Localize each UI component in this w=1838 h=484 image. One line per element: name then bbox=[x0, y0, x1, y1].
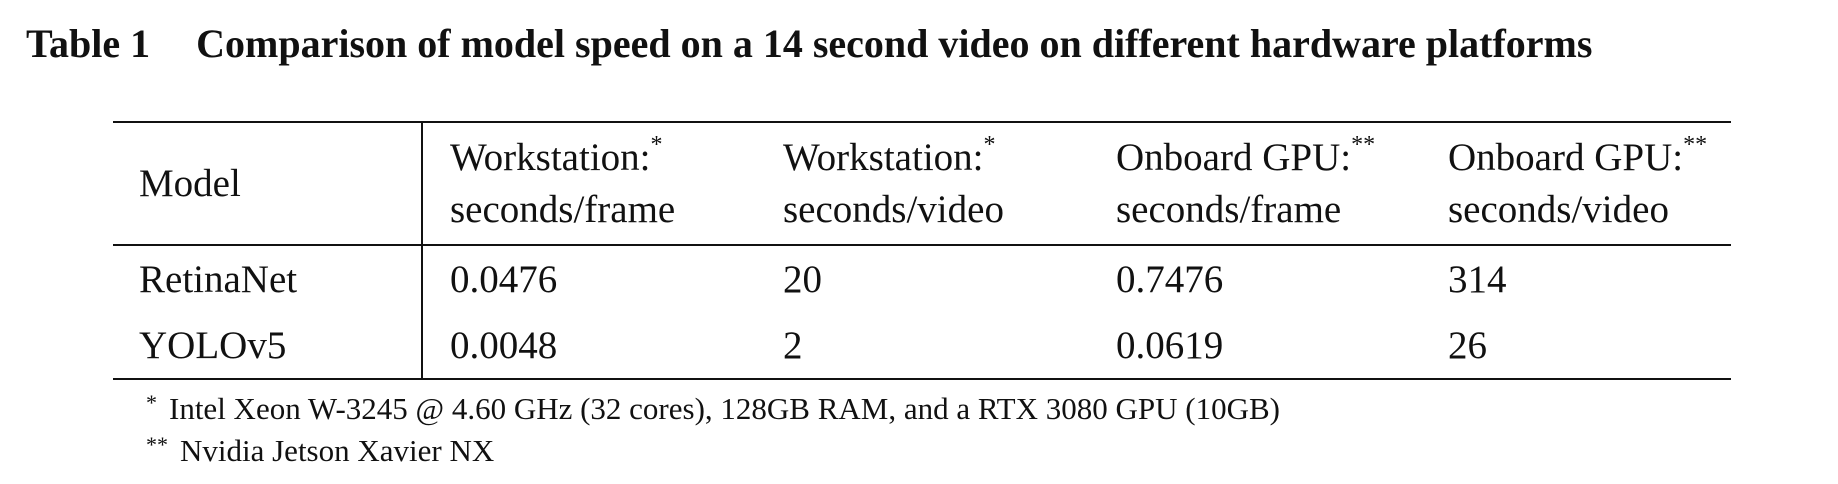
header-col-4: Onboard GPU:** seconds/video bbox=[1421, 122, 1731, 245]
table-cell: 314 bbox=[1448, 257, 1507, 301]
table-cell: 0.0476 bbox=[450, 257, 558, 301]
header-col-1-line1: Workstation: bbox=[450, 135, 651, 179]
table-cell: 2 bbox=[783, 323, 803, 367]
header-col-4-line1: Onboard GPU: bbox=[1448, 135, 1684, 179]
header-col-4-mark: ** bbox=[1683, 131, 1708, 158]
row-model-name: RetinaNet bbox=[113, 245, 423, 312]
footnote: * Intel Xeon W-3245 @ 4.60 GHz (32 cores)… bbox=[146, 388, 1280, 430]
table-header-row: Model Workstation:* seconds/frame Workst… bbox=[113, 122, 1731, 245]
header-col-1-mark: * bbox=[650, 131, 663, 158]
table-row: YOLOv5 0.0048 2 0.0619 26 bbox=[113, 312, 1731, 379]
caption-text: Comparison of model speed on a 14 second… bbox=[196, 21, 1593, 66]
table-row: RetinaNet 0.0476 20 0.7476 314 bbox=[113, 245, 1731, 312]
footnote: ** Nvidia Jetson Xavier NX bbox=[146, 430, 1280, 472]
footnote-mark: ** bbox=[146, 432, 168, 457]
header-col-3-line2: seconds/frame bbox=[1116, 187, 1342, 231]
table-cell: 0.0048 bbox=[450, 323, 558, 367]
speed-comparison-table: Model Workstation:* seconds/frame Workst… bbox=[113, 121, 1731, 380]
header-col-1-line2: seconds/frame bbox=[450, 187, 676, 231]
table-number: Table 1 bbox=[26, 21, 151, 66]
footnote-text: Intel Xeon W-3245 @ 4.60 GHz (32 cores),… bbox=[169, 391, 1280, 426]
header-col-1: Workstation:* seconds/frame bbox=[422, 122, 756, 245]
table-cell: 0.7476 bbox=[1116, 257, 1224, 301]
table-caption: Table 1 Comparison of model speed on a 14… bbox=[26, 16, 1592, 72]
header-col-4-line2: seconds/video bbox=[1448, 187, 1669, 231]
header-col-3-mark: ** bbox=[1351, 131, 1376, 158]
table-cell: 26 bbox=[1448, 323, 1487, 367]
footnote-text: Nvidia Jetson Xavier NX bbox=[180, 433, 495, 468]
footnote-mark: * bbox=[146, 390, 157, 415]
header-col-3-line1: Onboard GPU: bbox=[1116, 135, 1352, 179]
header-col-3: Onboard GPU:** seconds/frame bbox=[1089, 122, 1421, 245]
header-col-2-line1: Workstation: bbox=[783, 135, 984, 179]
header-model: Model bbox=[113, 122, 423, 245]
row-model-name: YOLOv5 bbox=[113, 312, 423, 379]
table-footnotes: * Intel Xeon W-3245 @ 4.60 GHz (32 cores)… bbox=[146, 388, 1280, 472]
header-col-2-line2: seconds/video bbox=[783, 187, 1004, 231]
table-cell: 0.0619 bbox=[1116, 323, 1224, 367]
table-cell: 20 bbox=[783, 257, 822, 301]
header-col-2-mark: * bbox=[983, 131, 996, 158]
header-col-2: Workstation:* seconds/video bbox=[756, 122, 1089, 245]
